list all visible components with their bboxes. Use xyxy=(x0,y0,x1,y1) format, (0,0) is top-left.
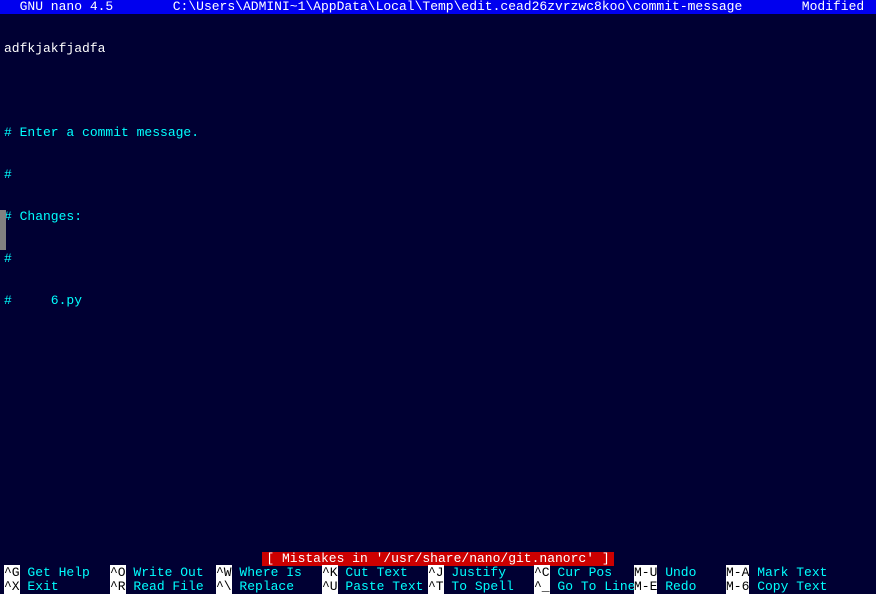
shortcut-row-2: ^X Exit ^R Read File ^\ Replace ^U Paste… xyxy=(0,580,876,594)
scrollbar-thumb[interactable] xyxy=(0,210,6,250)
shortcut-go-to-line[interactable]: ^_ Go To Line xyxy=(534,580,634,594)
editor-area[interactable]: adfkjakfjadfa # Enter a commit message. … xyxy=(0,14,876,322)
shortcut-replace[interactable]: ^\ Replace xyxy=(216,580,322,594)
comment-line: # 6.py xyxy=(4,294,872,308)
title-bar: GNU nano 4.5 C:\Users\ADMINI~1\AppData\L… xyxy=(0,0,876,14)
comment-line: # xyxy=(4,168,872,182)
shortcut-to-spell[interactable]: ^T To Spell xyxy=(428,580,534,594)
status-message: [ Mistakes in '/usr/share/nano/git.nanor… xyxy=(262,552,613,566)
comment-line: # Changes: xyxy=(4,210,872,224)
shortcut-exit[interactable]: ^X Exit xyxy=(4,580,110,594)
app-name: GNU nano 4.5 xyxy=(4,0,113,14)
shortcut-where-is[interactable]: ^W Where Is xyxy=(216,566,322,580)
shortcut-undo[interactable]: M-U Undo xyxy=(634,566,726,580)
text-line: adfkjakfjadfa xyxy=(4,42,872,56)
modified-status: Modified xyxy=(802,0,872,14)
shortcut-cut-text[interactable]: ^K Cut Text xyxy=(322,566,428,580)
shortcut-write-out[interactable]: ^O Write Out xyxy=(110,566,216,580)
shortcut-copy-text[interactable]: M-6 Copy Text xyxy=(726,580,832,594)
shortcut-justify[interactable]: ^J Justify xyxy=(428,566,534,580)
comment-line: # xyxy=(4,252,872,266)
shortcut-row-1: ^G Get Help ^O Write Out ^W Where Is ^K … xyxy=(0,566,876,580)
shortcut-cur-pos[interactable]: ^C Cur Pos xyxy=(534,566,634,580)
shortcut-redo[interactable]: M-E Redo xyxy=(634,580,726,594)
shortcut-mark-text[interactable]: M-A Mark Text xyxy=(726,566,832,580)
shortcut-read-file[interactable]: ^R Read File xyxy=(110,580,216,594)
comment-line: # Enter a commit message. xyxy=(4,126,872,140)
shortcut-get-help[interactable]: ^G Get Help xyxy=(4,566,110,580)
shortcut-paste-text[interactable]: ^U Paste Text xyxy=(322,580,428,594)
shortcuts-bar: ^G Get Help ^O Write Out ^W Where Is ^K … xyxy=(0,566,876,594)
status-line: [ Mistakes in '/usr/share/nano/git.nanor… xyxy=(0,552,876,566)
file-path: C:\Users\ADMINI~1\AppData\Local\Temp\edi… xyxy=(113,0,802,14)
text-line xyxy=(4,84,872,98)
